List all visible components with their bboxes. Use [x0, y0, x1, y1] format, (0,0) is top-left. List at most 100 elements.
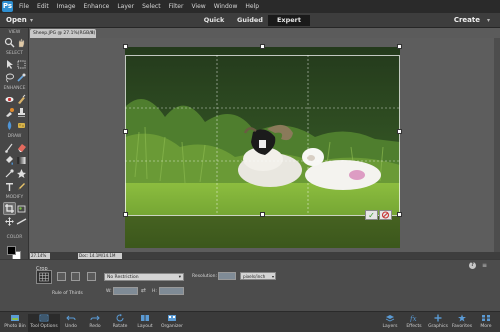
favorites-button[interactable]: Favorites [449, 314, 475, 332]
menu-window[interactable]: Window [214, 3, 238, 10]
grid-overlay-icon[interactable] [57, 272, 66, 281]
zoom-tool-icon[interactable] [4, 37, 15, 48]
crop-tool-icon[interactable] [3, 202, 16, 215]
blur-tool-icon[interactable] [4, 120, 15, 131]
gradient-tool-icon[interactable] [16, 155, 27, 166]
width-input[interactable] [113, 287, 138, 295]
crop-handle-top-center[interactable] [260, 44, 265, 49]
tool-options-label: Tool Options [30, 324, 58, 329]
effects-icon: fx [409, 315, 417, 322]
menu-select[interactable]: Select [142, 3, 161, 10]
type-tool-icon[interactable] [4, 181, 15, 192]
help-icon[interactable]: ? [469, 262, 476, 269]
lasso-tool-icon[interactable] [4, 72, 15, 83]
tool-options-button[interactable]: Tool Options [28, 314, 60, 332]
aspect-ratio-dropdown[interactable]: No Restriction ▾ [104, 273, 184, 281]
commit-crop-button[interactable]: ✓ [365, 210, 378, 220]
tab-expert[interactable]: Expert [268, 15, 310, 26]
height-label: H: [152, 289, 157, 294]
color-picker-tool-icon[interactable] [4, 168, 15, 179]
smart-brush-tool-icon[interactable] [4, 107, 15, 118]
rotate-button[interactable]: Rotate [107, 314, 133, 332]
quick-selection-tool-icon[interactable] [16, 72, 27, 83]
menu-enhance[interactable]: Enhance [83, 3, 109, 10]
checkmark-icon: ✓ [368, 211, 375, 220]
layout-button[interactable]: Layout [132, 314, 158, 332]
pencil-tool-icon[interactable] [16, 181, 27, 192]
undo-button[interactable]: Undo [58, 314, 84, 332]
menu-view[interactable]: View [191, 3, 205, 10]
section-color-label: COLOR [6, 235, 23, 240]
open-button[interactable]: Open [6, 16, 27, 24]
crop-handle-top-right[interactable] [397, 44, 402, 49]
close-icon[interactable]: × [90, 29, 94, 38]
no-overlay-icon[interactable] [71, 272, 80, 281]
document-tab[interactable]: Sheep.JPG @ 27.1%(RGB/8) × [30, 29, 96, 38]
panel-menu-icon[interactable]: ≡ [482, 262, 487, 269]
crop-handle-bottom-center[interactable] [260, 212, 265, 217]
custom-shape-tool-icon[interactable] [16, 168, 27, 179]
cancel-crop-button[interactable] [379, 210, 392, 220]
create-dropdown-caret-icon[interactable]: ▾ [487, 17, 490, 24]
crop-handle-bottom-right[interactable] [397, 212, 402, 217]
crop-handle-middle-right[interactable] [397, 129, 402, 134]
move-tool-icon[interactable] [4, 59, 15, 70]
resolution-unit-dropdown[interactable]: pixels/inch ▾ [240, 272, 276, 280]
organizer-button[interactable]: Organizer [157, 314, 187, 332]
crop-handle-top-left[interactable] [123, 44, 128, 49]
menu-file[interactable]: File [19, 3, 29, 10]
graphics-button[interactable]: Graphics [425, 314, 451, 332]
overlay-none-icon[interactable] [87, 272, 96, 281]
canvas-area[interactable]: ✓ [30, 38, 500, 252]
sponge-tool-icon[interactable] [16, 120, 27, 131]
height-input[interactable] [159, 287, 184, 295]
layers-button[interactable]: Layers [377, 314, 403, 332]
menu-layer[interactable]: Layer [117, 3, 134, 10]
brush-tool-icon[interactable] [4, 142, 15, 153]
tab-quick[interactable]: Quick [196, 15, 232, 26]
eraser-tool-icon[interactable] [16, 142, 27, 153]
photo-bin-button[interactable]: Photo Bin [2, 314, 28, 332]
open-dropdown-caret-icon[interactable]: ▾ [30, 17, 33, 24]
task-bar: Photo Bin Tool Options Undo Redo Rotate … [0, 311, 500, 332]
spot-healing-brush-icon[interactable] [16, 94, 27, 105]
more-label: More [480, 324, 492, 329]
layers-label: Layers [382, 324, 398, 329]
effects-button[interactable]: fx Effects [401, 314, 427, 332]
rotate-label: Rotate [112, 324, 128, 329]
straighten-tool-icon[interactable] [16, 216, 27, 227]
redo-icon [90, 315, 100, 321]
red-eye-tool-icon[interactable] [4, 94, 15, 105]
tab-guided[interactable]: Guided [232, 15, 268, 26]
marquee-tool-icon[interactable] [16, 59, 27, 70]
crop-handle-middle-left[interactable] [123, 129, 128, 134]
document-size-info: Doc: 14.1M/14.1M [78, 252, 122, 259]
photo-canvas[interactable] [125, 47, 400, 248]
redo-button[interactable]: Redo [82, 314, 108, 332]
rule-of-thirds-icon [39, 272, 49, 282]
zoom-level-field[interactable]: 27.14% [30, 252, 50, 259]
more-button[interactable]: More [473, 314, 499, 332]
more-icon [482, 315, 490, 321]
menu-filter[interactable]: Filter [169, 3, 184, 10]
menu-edit[interactable]: Edit [37, 3, 49, 10]
crop-handle-bottom-left[interactable] [123, 212, 128, 217]
paint-bucket-tool-icon[interactable] [4, 155, 15, 166]
swap-dimensions-icon[interactable]: ⇄ [141, 288, 149, 294]
content-aware-move-icon[interactable] [4, 216, 15, 227]
vertical-scrollbar[interactable] [494, 38, 500, 252]
menu-bar: Ps File Edit Image Enhance Layer Select … [0, 0, 500, 13]
resolution-input[interactable] [218, 272, 236, 280]
create-button[interactable]: Create [454, 16, 480, 24]
menu-image[interactable]: Image [57, 3, 76, 10]
foreground-color-swatch[interactable] [7, 246, 16, 255]
section-draw-label: DRAW [7, 134, 22, 139]
hand-tool-icon[interactable] [16, 37, 27, 48]
section-select-label: SELECT [6, 51, 23, 56]
menu-help[interactable]: Help [245, 3, 259, 10]
recompose-tool-icon[interactable] [16, 203, 27, 214]
clone-stamp-tool-icon[interactable] [16, 107, 27, 118]
redo-label: Redo [89, 324, 101, 329]
preset-label: Rule of Thirds [52, 291, 83, 296]
rule-of-thirds-preset[interactable] [36, 270, 52, 284]
